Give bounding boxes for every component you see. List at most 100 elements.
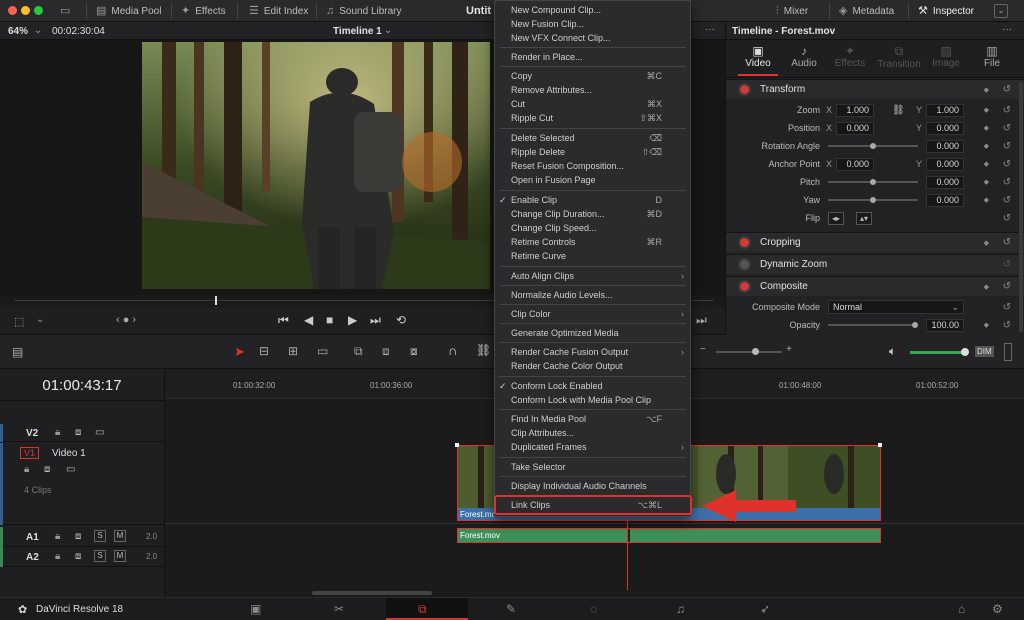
keyframe-icon[interactable]: ◆	[984, 178, 989, 186]
sound-library-button[interactable]: ♫ Sound Library	[326, 0, 402, 22]
metadata-button[interactable]: ◈ Metadata	[839, 0, 894, 22]
edit-index-button[interactable]: ☰ Edit Index	[249, 0, 308, 22]
zoom-y-field[interactable]: 1.000	[926, 103, 964, 117]
reset-icon[interactable]: ↺	[1003, 177, 1011, 188]
reset-icon[interactable]: ↺	[1003, 320, 1011, 331]
menu-item-copy[interactable]: Copy ⌘C	[495, 69, 690, 83]
yaw-field[interactable]: 0.000	[926, 193, 964, 207]
link-icon[interactable]: ⛓	[892, 105, 905, 116]
keyframe-icon[interactable]: ◆	[984, 196, 989, 204]
linked-selection-icon[interactable]: ⛓	[476, 343, 491, 357]
menu-item-cut[interactable]: Cut ⌘X	[495, 97, 690, 111]
dynamic-trim-icon[interactable]: ⊞	[288, 344, 298, 358]
slider-knob[interactable]	[870, 179, 876, 185]
keyframe-icon[interactable]: ◆	[984, 283, 989, 291]
enable-toggle[interactable]	[740, 260, 749, 269]
keyframe-icon[interactable]: ◆	[984, 321, 989, 329]
slider-knob[interactable]	[870, 143, 876, 149]
scrubber-playhead[interactable]	[215, 296, 217, 305]
clip-handle[interactable]	[878, 443, 882, 447]
effects-button[interactable]: ✦ Effects	[181, 0, 226, 22]
menu-item-new-fusion-clip[interactable]: New Fusion Clip...	[495, 17, 690, 31]
zoom-out-icon[interactable]: −	[700, 344, 706, 355]
enable-toggle[interactable]	[740, 85, 749, 94]
media-page-icon[interactable]: ▣	[250, 602, 261, 616]
reset-icon[interactable]: ↺	[1003, 281, 1011, 292]
track-visibility-icon[interactable]: ▭	[95, 427, 104, 438]
master-volume-slider[interactable]	[910, 348, 969, 356]
keyframe-icon[interactable]: ◆	[984, 124, 989, 132]
menu-item-reset-fusion-composition[interactable]: Reset Fusion Composition...	[495, 159, 690, 173]
auto-select-icon[interactable]: ⧈	[44, 464, 50, 475]
skip-to-end-icon[interactable]: ⏭	[370, 313, 381, 328]
reset-icon[interactable]: ↺	[1003, 213, 1011, 224]
cropping-section-header[interactable]: Cropping ◆ ↺	[726, 232, 1024, 252]
menu-item-ripple-delete[interactable]: Ripple Delete ⇧⌫	[495, 145, 690, 159]
menu-item-enable-clip[interactable]: ✓ Enable Clip D	[495, 193, 690, 207]
snapping-icon[interactable]: ∩	[448, 343, 457, 358]
timeline-scrollbar[interactable]	[312, 591, 432, 595]
mixer-button[interactable]: ⫶ Mixer	[776, 0, 808, 22]
collapse-icon[interactable]: ⌄	[994, 4, 1008, 18]
audio-clip[interactable]: Forest.mov	[457, 528, 881, 543]
insert-clip-icon[interactable]: ⧉	[354, 344, 363, 359]
reset-icon[interactable]: ↺	[1003, 259, 1011, 270]
solo-button[interactable]: S	[94, 530, 106, 542]
zoom-level[interactable]: 64%	[8, 26, 28, 37]
track-label-v1[interactable]: V1	[20, 447, 40, 459]
dynamic-zoom-section-header[interactable]: Dynamic Zoom ↺	[726, 254, 1024, 274]
mute-button[interactable]: M	[114, 550, 126, 562]
opacity-slider[interactable]	[828, 322, 918, 328]
inspector-scrollbar[interactable]	[1019, 82, 1023, 332]
lock-icon[interactable]: 🔒︎	[55, 551, 60, 562]
chevron-down-icon[interactable]: ⌄	[384, 25, 392, 36]
tab-file[interactable]: ▥ File	[974, 44, 1010, 69]
track-visibility-icon[interactable]: ▭	[66, 464, 75, 475]
menu-item-clip-color[interactable]: Clip Color ›	[495, 307, 690, 321]
minimize-window-button[interactable]	[21, 6, 30, 15]
chevron-down-icon[interactable]: ⌄	[34, 25, 42, 36]
loop-icon[interactable]: ⟲	[396, 313, 406, 327]
timeline-name[interactable]: Timeline 1	[333, 26, 382, 37]
menu-item-clip-attributes[interactable]: Clip Attributes...	[495, 426, 690, 440]
menu-item-open-in-fusion-page[interactable]: Open in Fusion Page	[495, 173, 690, 187]
home-icon[interactable]: ⌂	[958, 602, 965, 616]
menu-item-remove-attributes[interactable]: Remove Attributes...	[495, 83, 690, 97]
lock-icon[interactable]: 🔒︎	[55, 531, 60, 542]
slider-knob[interactable]	[912, 322, 918, 328]
replace-clip-icon[interactable]: ⧇	[410, 344, 418, 359]
blade-tool-icon[interactable]: ▭	[317, 344, 328, 358]
slider-knob[interactable]	[752, 348, 759, 355]
dim-button[interactable]: DIM	[975, 346, 994, 357]
lock-icon[interactable]: 🔒︎	[55, 427, 60, 438]
reset-icon[interactable]: ↺	[1003, 141, 1011, 152]
media-pool-button[interactable]: ▤ Media Pool	[96, 0, 161, 22]
keyframe-icon[interactable]: ◆	[984, 160, 989, 168]
transform-section-header[interactable]: Transform ◆ ↺	[726, 79, 1024, 99]
menu-item-normalize-audio-levels[interactable]: Normalize Audio Levels...	[495, 288, 690, 302]
selection-tool-icon[interactable]: ➤	[234, 344, 245, 360]
cut-page-icon[interactable]: ✂	[334, 602, 344, 616]
keyframe-icon[interactable]: ◆	[984, 239, 989, 247]
skip-to-start-icon[interactable]: ⏮	[278, 313, 289, 328]
close-window-button[interactable]	[8, 6, 17, 15]
rotation-field[interactable]: 0.000	[926, 139, 964, 153]
solo-button[interactable]: S	[94, 550, 106, 562]
composite-section-header[interactable]: Composite ◆ ↺	[726, 276, 1024, 296]
reset-icon[interactable]: ↺	[1003, 195, 1011, 206]
menu-item-new-vfx-connect-clip[interactable]: New VFX Connect Clip...	[495, 31, 690, 45]
opacity-field[interactable]: 100.00	[926, 318, 964, 332]
play-reverse-icon[interactable]: ◀	[304, 313, 313, 327]
fusion-page-icon[interactable]: ✎	[506, 602, 516, 616]
menu-item-delete-selected[interactable]: Delete Selected ⌫	[495, 131, 690, 145]
menu-item-find-in-media-pool[interactable]: Find In Media Pool ⌥F	[495, 412, 690, 426]
speaker-icon[interactable]: 🔈︎	[889, 344, 896, 359]
composite-mode-dropdown[interactable]: Normal ⌄	[828, 300, 964, 314]
track-name-v1[interactable]: Video 1	[52, 448, 86, 459]
menu-item-new-compound-clip[interactable]: New Compound Clip...	[495, 3, 690, 17]
more-options-icon[interactable]: ···	[1002, 24, 1012, 35]
overwrite-clip-icon[interactable]: ⧈	[382, 344, 390, 359]
menu-item-conform-lock-enabled[interactable]: ✓ Conform Lock Enabled	[495, 379, 690, 393]
slider-knob[interactable]	[870, 197, 876, 203]
position-y-field[interactable]: 0.000	[926, 121, 964, 135]
